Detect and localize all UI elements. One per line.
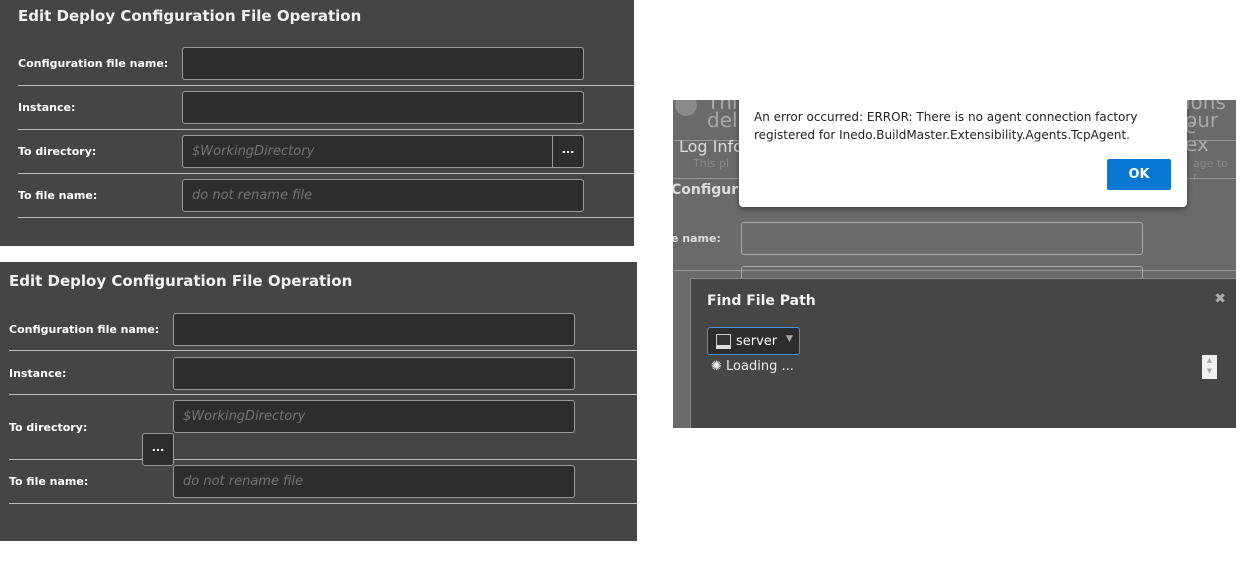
configuration-file-name-input[interactable] xyxy=(182,47,584,80)
loading-indicator: ✺ Loading ... xyxy=(711,359,794,374)
browse-button[interactable]: ... xyxy=(552,135,584,168)
to-file-name-input[interactable] xyxy=(173,465,575,498)
background-section-title: Configura xyxy=(673,182,748,198)
to-directory-input[interactable] xyxy=(173,400,575,433)
to-directory-input[interactable] xyxy=(182,135,554,168)
edit-operation-panel-1: Edit Deploy Configuration File Operation… xyxy=(0,0,634,246)
error-alert-dialog: An error occurred: ERROR: There is no ag… xyxy=(739,100,1187,207)
modal-screenshot: Thi del ions c our ex Log Info This pl a… xyxy=(673,100,1236,428)
background-text: age to r xyxy=(1193,157,1229,183)
log-info-heading: Log Info xyxy=(679,137,743,156)
background-text: This pl xyxy=(693,157,730,170)
close-icon[interactable]: ✖ xyxy=(1214,291,1226,307)
scrollbar[interactable]: ▲ ▼ xyxy=(1202,355,1217,379)
drive-icon xyxy=(716,334,731,349)
label: To file name: xyxy=(18,189,98,202)
label: Instance: xyxy=(18,101,76,114)
label: Configuration file name: xyxy=(18,57,169,70)
background-text: del xyxy=(707,108,738,132)
dialog-title: Find File Path xyxy=(707,293,816,309)
label: To file name: xyxy=(9,475,89,488)
panel-title: Edit Deploy Configuration File Operation xyxy=(18,7,362,25)
server-select-value: server xyxy=(736,334,778,349)
label: To directory: xyxy=(9,421,88,434)
to-file-name-input[interactable] xyxy=(182,179,584,212)
background-label: e name: xyxy=(673,232,721,245)
configuration-file-name-input[interactable] xyxy=(173,313,575,346)
loading-text: Loading ... xyxy=(726,359,794,374)
find-file-path-dialog: Find File Path ✖ server ▼ ✺ Loading ... … xyxy=(690,278,1236,428)
ok-button[interactable]: OK xyxy=(1107,159,1171,190)
server-select[interactable]: server ▼ xyxy=(707,327,800,355)
spinner-icon: ✺ xyxy=(711,359,722,374)
instance-input[interactable] xyxy=(182,91,584,124)
label: To directory: xyxy=(18,145,97,158)
error-message: An error occurred: ERROR: There is no ag… xyxy=(754,110,1138,142)
chevron-down-icon: ▼ xyxy=(786,334,793,344)
instance-input[interactable] xyxy=(173,357,575,390)
background-text: our ex xyxy=(1185,108,1219,156)
label: Configuration file name: xyxy=(9,323,160,336)
edit-operation-panel-2: Edit Deploy Configuration File Operation… xyxy=(0,262,637,541)
info-circle-icon xyxy=(675,100,697,116)
panel-title: Edit Deploy Configuration File Operation xyxy=(9,272,353,290)
label: Instance: xyxy=(9,367,67,380)
